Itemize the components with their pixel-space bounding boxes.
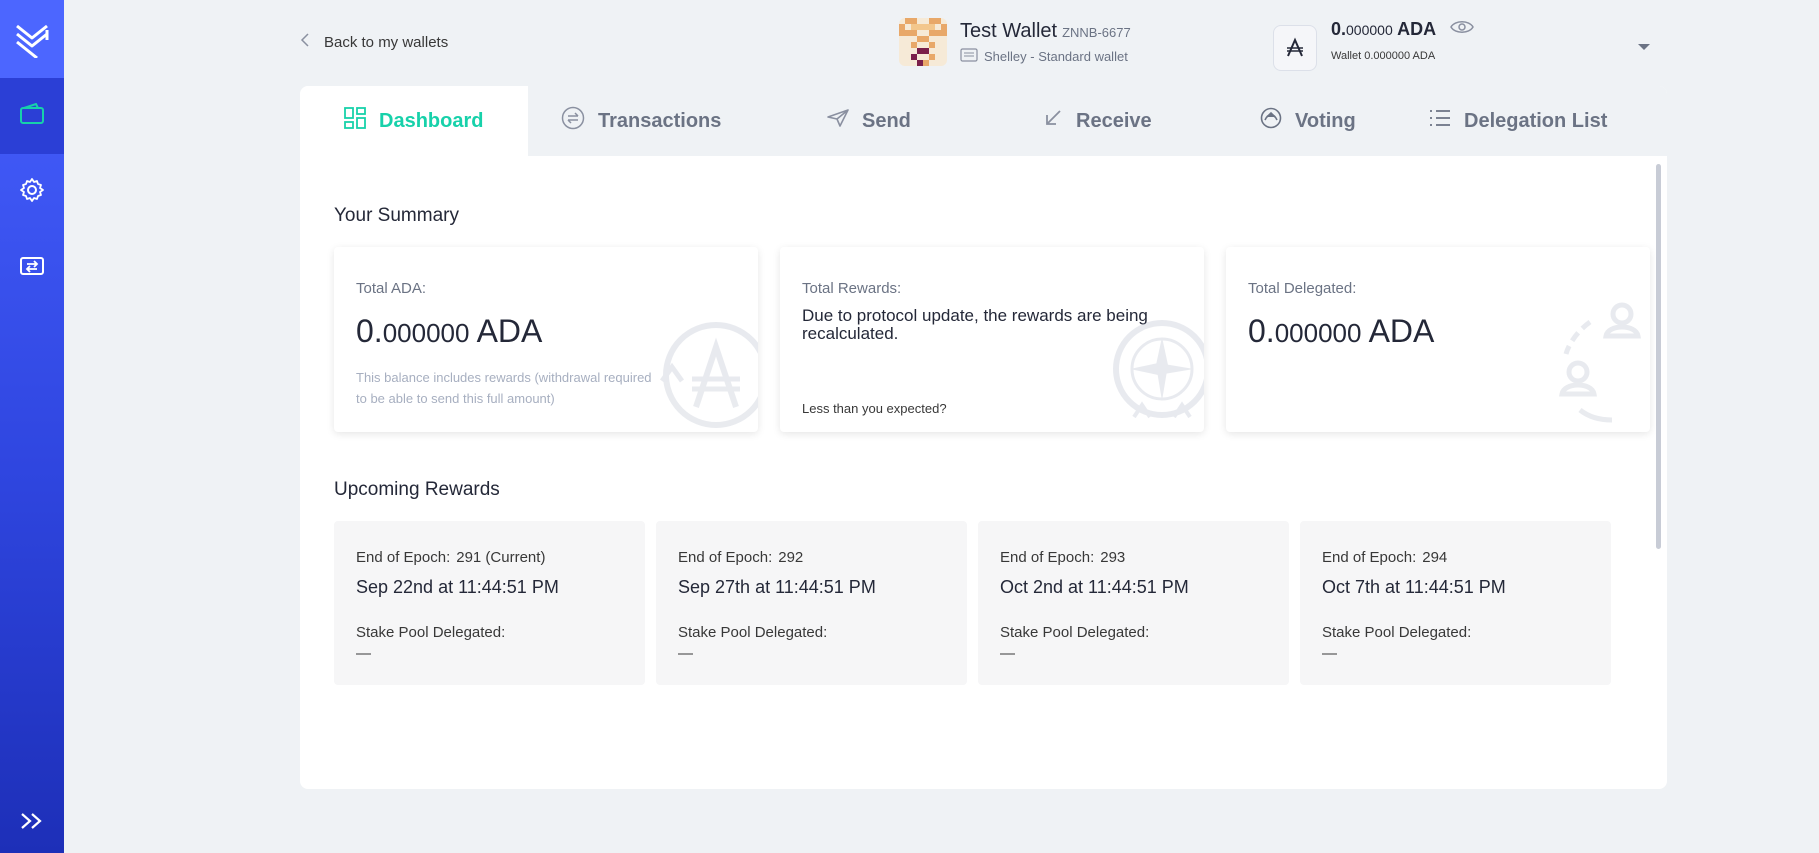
total-ada-card: Total ADA: 0.000000 ADA This balance inc… (334, 247, 758, 432)
epoch-card: End of Epoch: 293 Oct 2nd at 11:44:51 PM … (978, 521, 1289, 685)
wallet-dropdown-toggle[interactable] (1637, 38, 1651, 56)
epoch-date: Sep 27th at 11:44:51 PM (678, 577, 876, 597)
caret-down-icon (1637, 38, 1651, 55)
ada-icon (1273, 25, 1317, 71)
wallet-type: Shelley - Standard wallet (984, 49, 1128, 64)
total-delegated-card: Total Delegated: 0.000000 ADA (1226, 247, 1650, 432)
total-ada-label: Total ADA: (356, 280, 427, 297)
tab-transactions[interactable]: Transactions (528, 86, 768, 156)
tab-receive[interactable]: Receive (983, 86, 1207, 156)
list-icon (1429, 108, 1451, 134)
dashboard-panel: Dashboard Transactions Send Receive Voti… (300, 86, 1667, 789)
delegation-people-illustration-icon (1550, 302, 1650, 432)
epoch-date: Sep 22nd at 11:44:51 PM (356, 577, 559, 597)
tab-dashboard[interactable]: Dashboard (300, 86, 528, 156)
stake-pool-label: Stake Pool Delegated: (356, 624, 506, 641)
tab-label: Receive (1076, 109, 1152, 132)
epoch-date: Oct 2nd at 11:44:51 PM (1000, 577, 1189, 597)
epoch-card: End of Epoch: 291 (Current) Sep 22nd at 1… (334, 521, 645, 685)
epoch-number: 294 (1422, 549, 1448, 566)
tab-delegation-list[interactable]: Delegation List (1413, 86, 1667, 156)
summary-title: Your Summary (334, 205, 459, 226)
epoch-label: End of Epoch: (678, 549, 773, 566)
back-to-wallets-link[interactable]: Back to my wallets (300, 30, 448, 54)
epoch-label: End of Epoch: (1322, 549, 1417, 566)
epoch-number: 293 (1100, 549, 1126, 566)
tab-label: Transactions (598, 109, 722, 132)
receive-icon (1043, 108, 1063, 134)
balance-amount: 0.000000 ADA (1331, 19, 1437, 39)
total-delegated-value: 0.000000 ADA (1248, 313, 1435, 349)
epoch-date: Oct 7th at 11:44:51 PM (1322, 577, 1506, 597)
scrollbar[interactable] (1656, 164, 1661, 549)
yoroi-logo-icon[interactable] (0, 0, 64, 78)
sidebar-expand-button[interactable] (0, 803, 64, 843)
gear-icon (19, 177, 45, 208)
epoch-number: 291 (Current) (456, 549, 546, 566)
back-label: Back to my wallets (324, 33, 449, 51)
wallet-balance: 0.000000 ADA Wallet 0.000000 ADA (1273, 19, 1474, 71)
stake-pool-label: Stake Pool Delegated: (1000, 624, 1150, 641)
stake-pool-value: — (1322, 645, 1337, 662)
total-ada-note: This balance includes rewards (withdrawa… (356, 370, 652, 406)
wallet-plate: ZNNB-6677 (1062, 25, 1131, 40)
double-chevron-right-icon (19, 811, 45, 836)
stake-pool-value: — (1000, 645, 1015, 662)
wallet-info: Test Wallet ZNNB-6677 Shelley - Standard… (899, 18, 1131, 66)
ada-coin-illustration-icon (658, 317, 758, 432)
tab-send[interactable]: Send (768, 86, 983, 156)
wallet-avatar (899, 18, 947, 66)
epoch-card: End of Epoch: 292 Sep 27th at 11:44:51 PM… (656, 521, 967, 685)
chevron-left-icon (300, 33, 310, 51)
transfer-icon (19, 255, 45, 282)
tab-label: Delegation List (1464, 109, 1608, 132)
wallet-icon (19, 102, 45, 130)
wallet-type-icon (960, 48, 978, 65)
transactions-icon (561, 106, 585, 136)
total-delegated-label: Total Delegated: (1248, 280, 1357, 297)
tab-voting[interactable]: Voting (1207, 86, 1413, 156)
tab-label: Voting (1295, 109, 1356, 132)
epoch-label: End of Epoch: (1000, 549, 1095, 566)
upcoming-rewards-title: Upcoming Rewards (334, 479, 500, 500)
dashboard-icon (344, 107, 366, 135)
total-rewards-card: Total Rewards: Due to protocol update, t… (780, 247, 1204, 432)
voting-icon (1260, 107, 1282, 135)
wallet-tabs: Dashboard Transactions Send Receive Voti… (300, 86, 1667, 156)
total-rewards-label: Total Rewards: (802, 280, 902, 297)
tab-label: Dashboard (379, 109, 484, 132)
stake-pool-value: — (356, 645, 371, 662)
rewards-compass-illustration-icon (1104, 317, 1204, 432)
less-than-expected-link[interactable]: Less than you expected? (802, 401, 947, 416)
sidebar-item-settings[interactable] (0, 154, 64, 230)
stake-pool-label: Stake Pool Delegated: (1322, 624, 1472, 641)
epoch-label: End of Epoch: (356, 549, 451, 566)
eye-icon[interactable] (1450, 19, 1474, 40)
epoch-number: 292 (778, 549, 804, 566)
epoch-card: End of Epoch: 294 Oct 7th at 11:44:51 PM … (1300, 521, 1611, 685)
tab-label: Send (862, 109, 911, 132)
sidebar-item-transfer[interactable] (0, 230, 64, 306)
total-ada-value: 0.000000 ADA (356, 313, 543, 349)
wallet-name: Test Wallet (960, 20, 1058, 42)
wallet-sub-balance: Wallet 0.000000 ADA (1331, 50, 1436, 62)
stake-pool-value: — (678, 645, 693, 662)
sidebar-item-wallets[interactable] (0, 78, 64, 154)
sidebar (0, 0, 64, 853)
send-icon (827, 108, 849, 134)
stake-pool-label: Stake Pool Delegated: (678, 624, 828, 641)
